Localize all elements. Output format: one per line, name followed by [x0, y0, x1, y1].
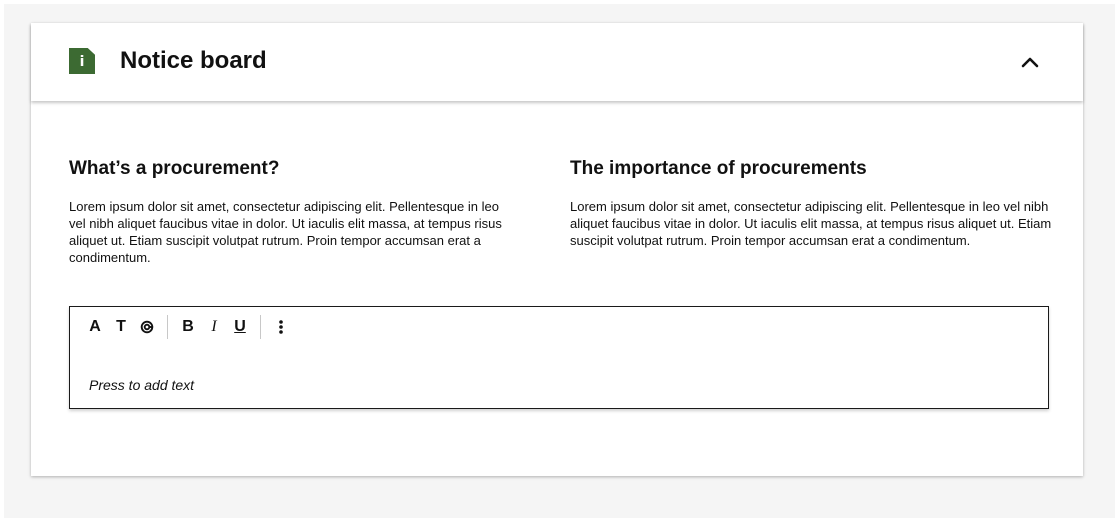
info-icon: i	[69, 48, 95, 74]
column-body: Lorem ipsum dolor sit amet, consectetur …	[69, 199, 502, 265]
column-heading: The importance of procurements	[570, 158, 867, 179]
info-column-importance: The importance of procurements Lorem ips…	[570, 157, 1052, 249]
text-style-button[interactable]: T	[108, 315, 134, 339]
font-size-button[interactable]: A	[82, 315, 108, 339]
toolbar-divider	[167, 315, 168, 339]
more-options-button[interactable]	[268, 315, 294, 339]
toolbar-divider	[260, 315, 261, 339]
editor-placeholder[interactable]: Press to add text	[89, 377, 194, 393]
chevron-up-icon	[1021, 57, 1039, 68]
panel-title: Notice board	[120, 47, 267, 74]
notice-board-panel: i Notice board What’s a procurement? Lor…	[31, 23, 1083, 476]
notice-board-header: i Notice board	[31, 23, 1083, 101]
link-icon	[140, 320, 154, 334]
link-button[interactable]	[134, 315, 160, 339]
info-icon-glyph: i	[79, 54, 85, 70]
text-editor[interactable]: A T B I U Press to add text	[69, 306, 1049, 409]
bold-button[interactable]: B	[175, 315, 201, 339]
more-vertical-icon	[279, 320, 283, 334]
column-body: Lorem ipsum dolor sit amet, consectetur …	[570, 199, 1052, 248]
underline-button[interactable]: U	[227, 315, 253, 339]
column-heading: What’s a procurement?	[69, 158, 280, 179]
info-column-procurement: What’s a procurement? Lorem ipsum dolor …	[69, 157, 514, 266]
italic-button[interactable]: I	[201, 315, 227, 339]
editor-toolbar: A T B I U	[82, 315, 294, 339]
collapse-button[interactable]	[1017, 49, 1043, 75]
